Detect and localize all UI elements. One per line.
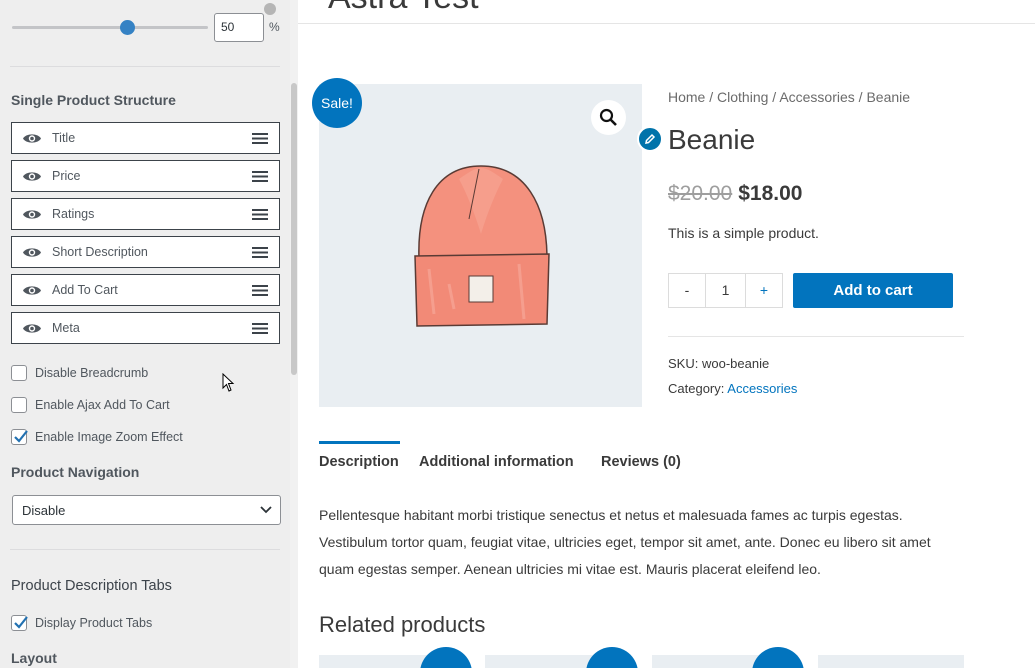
tab-description[interactable]: Description [319,441,400,470]
layout-title: Layout [11,650,57,666]
drag-handle-icon[interactable] [252,132,268,145]
product-description-tabs-title: Product Description Tabs [11,578,172,594]
checkmark-icon [14,430,28,443]
breadcrumb-separator: / [854,89,867,105]
beanie-image [414,165,550,327]
search-icon [599,108,617,126]
structure-item-label: Title [52,131,76,145]
structure-item[interactable]: Price [11,160,280,192]
product-image[interactable] [319,84,642,407]
eye-icon[interactable] [22,208,42,221]
pencil-icon [645,133,656,144]
slider-unit: % [269,20,280,34]
image-zoom-checkbox[interactable] [11,429,28,445]
drag-handle-icon[interactable] [252,246,268,259]
product-navigation-value: Disable [22,503,66,518]
related-sale-badge [420,647,472,668]
product-category: Category: Accessories [668,381,797,396]
disable-breadcrumb-label: Disable Breadcrumb [35,366,149,380]
divider [10,549,280,550]
display-product-tabs-label: Display Product Tabs [35,616,153,630]
site-title[interactable]: Astra Test [328,0,479,17]
checkmark-icon [14,616,28,629]
cursor-icon [222,373,235,392]
category-label: Category: [668,381,725,396]
slider-track[interactable] [12,26,208,29]
related-products-title: Related products [319,612,486,637]
reset-icon[interactable] [264,3,276,15]
divider [10,66,280,67]
image-zoom-checkbox-row[interactable]: Enable Image Zoom Effect [11,429,271,447]
drag-handle-icon[interactable] [252,322,268,335]
drag-handle-icon[interactable] [252,284,268,297]
product-title: Beanie [668,124,756,155]
related-product-card[interactable] [818,655,964,668]
display-product-tabs-checkbox-row[interactable]: Display Product Tabs [11,615,271,633]
structure-item-label: Meta [52,321,80,335]
breadcrumb-home[interactable]: Home [668,89,705,105]
eye-icon[interactable] [22,246,42,259]
related-sale-badge [752,647,804,668]
product-navigation-title: Product Navigation [11,464,140,480]
structure-item[interactable]: Short Description [11,236,280,268]
quantity-input[interactable]: 1 [706,273,745,308]
breadcrumb-separator: / [705,89,718,105]
structure-item-label: Ratings [52,207,95,221]
drag-handle-icon[interactable] [252,170,268,183]
breadcrumb-separator: / [768,89,780,105]
structure-item-label: Add To Cart [52,283,118,297]
slider-thumb[interactable] [120,20,135,35]
structure-item[interactable]: Meta [11,312,280,344]
related-sale-badge [586,647,638,668]
ajax-add-to-cart-checkbox-row[interactable]: Enable Ajax Add To Cart [11,397,271,415]
ajax-add-to-cart-label: Enable Ajax Add To Cart [35,398,170,412]
slider-control: 50 % [12,3,282,43]
structure-item-label: Price [52,169,81,183]
breadcrumb-accessories[interactable]: Accessories [779,89,854,105]
structure-item[interactable]: Add To Cart [11,274,280,306]
structure-item[interactable]: Ratings [11,198,280,230]
chevron-down-icon [260,506,272,514]
product-navigation-select[interactable]: Disable [12,495,281,525]
image-zoom-button[interactable] [591,100,626,135]
breadcrumb-current: Beanie [866,89,911,105]
price-new: $18.00 [738,182,803,205]
quantity-minus-button[interactable]: - [668,273,706,308]
structure-item-label: Short Description [52,245,148,259]
drag-handle-icon[interactable] [252,208,268,221]
price-old: $20.00 [668,182,733,205]
eye-icon[interactable] [22,170,42,183]
single-product-structure-title: Single Product Structure [11,92,176,108]
quantity-plus-button[interactable]: + [745,273,783,308]
slider-value-input[interactable]: 50 [214,13,264,42]
sku-value: woo-beanie [701,356,770,371]
image-zoom-label: Enable Image Zoom Effect [35,430,183,444]
description-text: Pellentesque habitant morbi tristique se… [319,507,931,577]
add-to-cart-button[interactable]: Add to cart [793,273,953,308]
short-description: This is a simple product. [668,225,819,241]
category-link[interactable]: Accessories [727,381,797,396]
site-header: Astra Test [298,0,1035,24]
edit-shortcut-button[interactable] [637,126,663,152]
sku-label: SKU: [668,356,699,371]
breadcrumb: Home / Clothing / Accessories / Beanie [668,89,910,105]
product-sku: SKU: woo-beanie [668,356,769,371]
eye-icon[interactable] [22,132,42,145]
meta-divider [668,336,964,337]
ajax-add-to-cart-checkbox[interactable] [11,397,27,413]
product-price: $20.00 $18.00 [668,182,802,206]
structure-item[interactable]: Title [11,122,280,154]
tab-additional-information[interactable]: Additional information [419,441,574,470]
panel-scrollbar[interactable] [291,83,297,375]
eye-icon[interactable] [22,322,42,335]
product-preview: Astra Test Sale! Home / Clothing / Acces… [298,0,1035,668]
quantity-stepper: - 1 + [668,273,783,308]
sale-badge: Sale! [312,78,362,128]
breadcrumb-clothing[interactable]: Clothing [717,89,768,105]
eye-icon[interactable] [22,284,42,297]
customizer-panel: 50 % Single Product Structure Title Price… [0,0,292,668]
disable-breadcrumb-checkbox[interactable] [11,365,27,381]
tab-reviews[interactable]: Reviews (0) [601,441,681,470]
display-product-tabs-checkbox[interactable] [11,615,28,631]
